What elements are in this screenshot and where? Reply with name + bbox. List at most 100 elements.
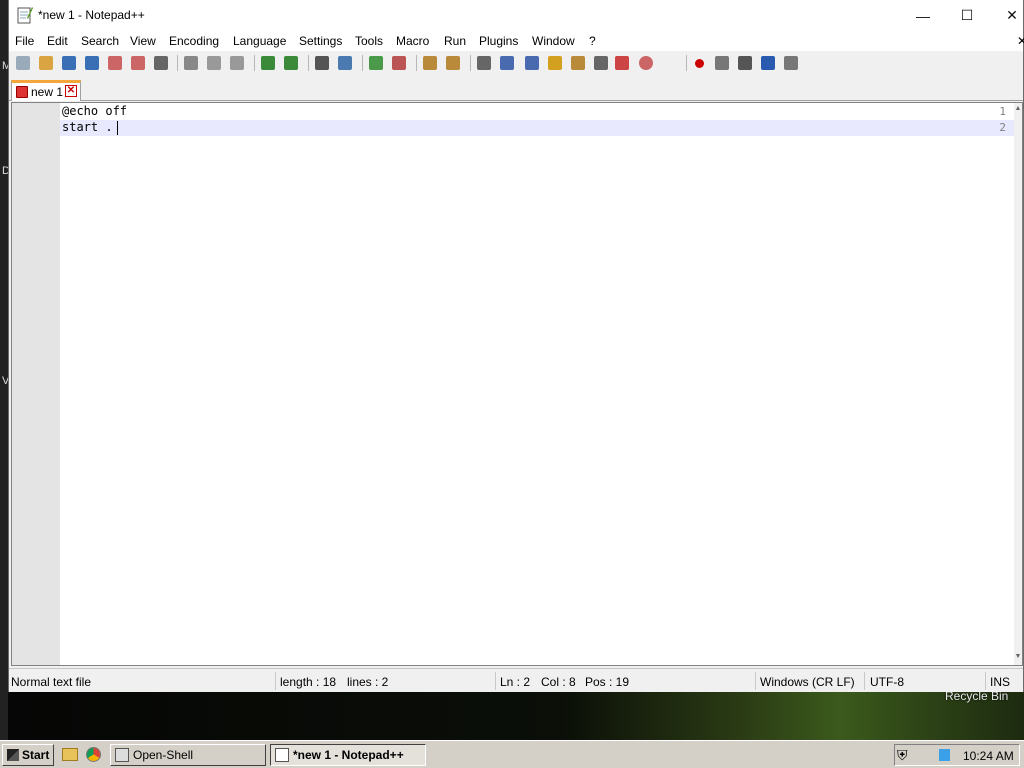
cut-icon[interactable]	[182, 54, 200, 72]
status-encoding[interactable]: UTF-8	[870, 675, 904, 689]
redo-icon-glyph	[284, 56, 298, 70]
function-list-icon-glyph	[594, 56, 608, 70]
zoom-in-icon[interactable]	[367, 54, 385, 72]
menu-macro[interactable]: Macro	[396, 34, 429, 48]
sync-horizontal-icon[interactable]	[444, 54, 462, 72]
close-document-x[interactable]: ✕	[1017, 34, 1024, 48]
menu-tools[interactable]: Tools	[355, 34, 383, 48]
show-all-chars-icon[interactable]	[498, 54, 516, 72]
sync-vertical-icon[interactable]	[421, 54, 439, 72]
taskbar-button-label: *new 1 - Notepad++	[293, 748, 404, 762]
menu-language[interactable]: Language	[233, 34, 286, 48]
paste-icon[interactable]	[228, 54, 246, 72]
menu-plugins[interactable]: Plugins	[479, 34, 518, 48]
scroll-up-icon[interactable]: ▲	[1014, 105, 1022, 115]
taskbar: Start Open-Shell *new 1 - Notepad++ ⛨ 10…	[0, 740, 1024, 768]
redo-icon[interactable]	[282, 54, 300, 72]
menu-edit[interactable]: Edit	[47, 34, 68, 48]
stop-record-icon[interactable]	[713, 54, 731, 72]
status-pos: Pos : 19	[585, 675, 630, 689]
window-title: *new 1 - Notepad++	[38, 8, 145, 22]
open-file-icon[interactable]	[37, 54, 55, 72]
sync-vertical-icon-glyph	[423, 56, 437, 70]
menu-file[interactable]: File	[15, 34, 34, 48]
lang-icon[interactable]	[546, 54, 564, 72]
close-window-button[interactable]: ✕	[989, 0, 1024, 31]
menu-run[interactable]: Run	[444, 34, 466, 48]
show-all-chars-icon-glyph	[500, 56, 514, 70]
indent-guide-icon-glyph	[525, 56, 539, 70]
code-line[interactable]: @echo off	[62, 104, 127, 118]
taskbar-open-shell[interactable]: Open-Shell	[110, 744, 266, 766]
code-line[interactable]: start .	[62, 120, 113, 134]
function-list-icon[interactable]	[592, 54, 610, 72]
open-file-icon-glyph	[39, 56, 53, 70]
unsaved-file-icon	[16, 86, 28, 98]
find-icon-glyph	[315, 56, 329, 70]
menu-search[interactable]: Search	[81, 34, 119, 48]
folder-workspace-icon[interactable]	[613, 54, 631, 72]
desktop-background	[0, 692, 1024, 740]
replace-icon[interactable]	[336, 54, 354, 72]
text-caret	[117, 121, 118, 135]
word-wrap-icon-glyph	[477, 56, 491, 70]
vertical-scrollbar[interactable]: ▲ ▼	[1014, 103, 1022, 665]
security-shield-icon[interactable]: ⛨	[897, 747, 908, 764]
print-icon[interactable]	[152, 54, 170, 72]
find-icon[interactable]	[313, 54, 331, 72]
start-label: Start	[22, 748, 50, 762]
clock[interactable]: 10:24 AM	[963, 749, 1014, 763]
close-icon-glyph	[108, 56, 122, 70]
minimize-button[interactable]: —	[900, 0, 946, 31]
close-all-icon[interactable]	[129, 54, 147, 72]
taskbar-notepadpp[interactable]: *new 1 - Notepad++	[270, 744, 426, 766]
status-file-type: Normal text file	[11, 675, 92, 689]
play-macro-icon-glyph	[738, 56, 752, 70]
network-icon[interactable]	[939, 749, 950, 761]
status-insert-mode[interactable]: INS	[990, 675, 1010, 689]
notepadpp-task-icon	[275, 748, 289, 762]
lang-icon-glyph	[548, 56, 562, 70]
monitoring-icon[interactable]	[637, 54, 655, 72]
indent-guide-icon[interactable]	[523, 54, 541, 72]
word-wrap-icon[interactable]	[475, 54, 493, 72]
tab-label: new 1	[31, 85, 64, 99]
close-icon[interactable]	[106, 54, 124, 72]
play-macro-icon[interactable]	[736, 54, 754, 72]
menu-settings[interactable]: Settings	[299, 34, 342, 48]
run-macro-multiple-icon[interactable]	[759, 54, 777, 72]
doc-map-icon[interactable]	[569, 54, 587, 72]
scroll-down-icon[interactable]: ▼	[1014, 653, 1022, 663]
editor-area[interactable]: 1 2 @echo off start . ▲ ▼	[11, 102, 1023, 666]
zoom-in-icon-glyph	[369, 56, 383, 70]
start-logo-icon	[7, 749, 19, 761]
title-bar[interactable]: *new 1 - Notepad++ — ☐ ✕	[9, 0, 1023, 31]
tab-new-1[interactable]: new 1 ✕	[11, 80, 81, 101]
menu-view[interactable]: View	[130, 34, 156, 48]
maximize-button[interactable]: ☐	[944, 0, 990, 31]
new-file-icon[interactable]	[14, 54, 32, 72]
folder-quicklaunch-icon[interactable]	[62, 748, 78, 761]
status-eol[interactable]: Windows (CR LF)	[760, 675, 855, 689]
background-window-edge: M D V	[0, 0, 11, 740]
start-button[interactable]: Start	[2, 744, 54, 766]
save-all-icon[interactable]	[83, 54, 101, 72]
copy-icon[interactable]	[205, 54, 223, 72]
new-file-icon-glyph	[16, 56, 30, 70]
status-divider	[495, 672, 496, 690]
chrome-quicklaunch-icon[interactable]	[86, 747, 101, 762]
tab-close-icon[interactable]: ✕	[65, 85, 77, 97]
save-macro-icon[interactable]	[782, 54, 800, 72]
toolbar-separator	[254, 55, 255, 71]
zoom-out-icon[interactable]	[390, 54, 408, 72]
undo-icon[interactable]	[259, 54, 277, 72]
save-icon[interactable]	[60, 54, 78, 72]
menu-window[interactable]: Window	[532, 34, 575, 48]
save-all-icon-glyph	[85, 56, 99, 70]
record-macro-icon[interactable]	[690, 54, 708, 72]
line-number: 2	[999, 121, 1006, 134]
menu-encoding[interactable]: Encoding	[169, 34, 219, 48]
menu-help[interactable]: ?	[589, 34, 596, 48]
folder-workspace-icon-glyph	[615, 56, 629, 70]
close-all-icon-glyph	[131, 56, 145, 70]
